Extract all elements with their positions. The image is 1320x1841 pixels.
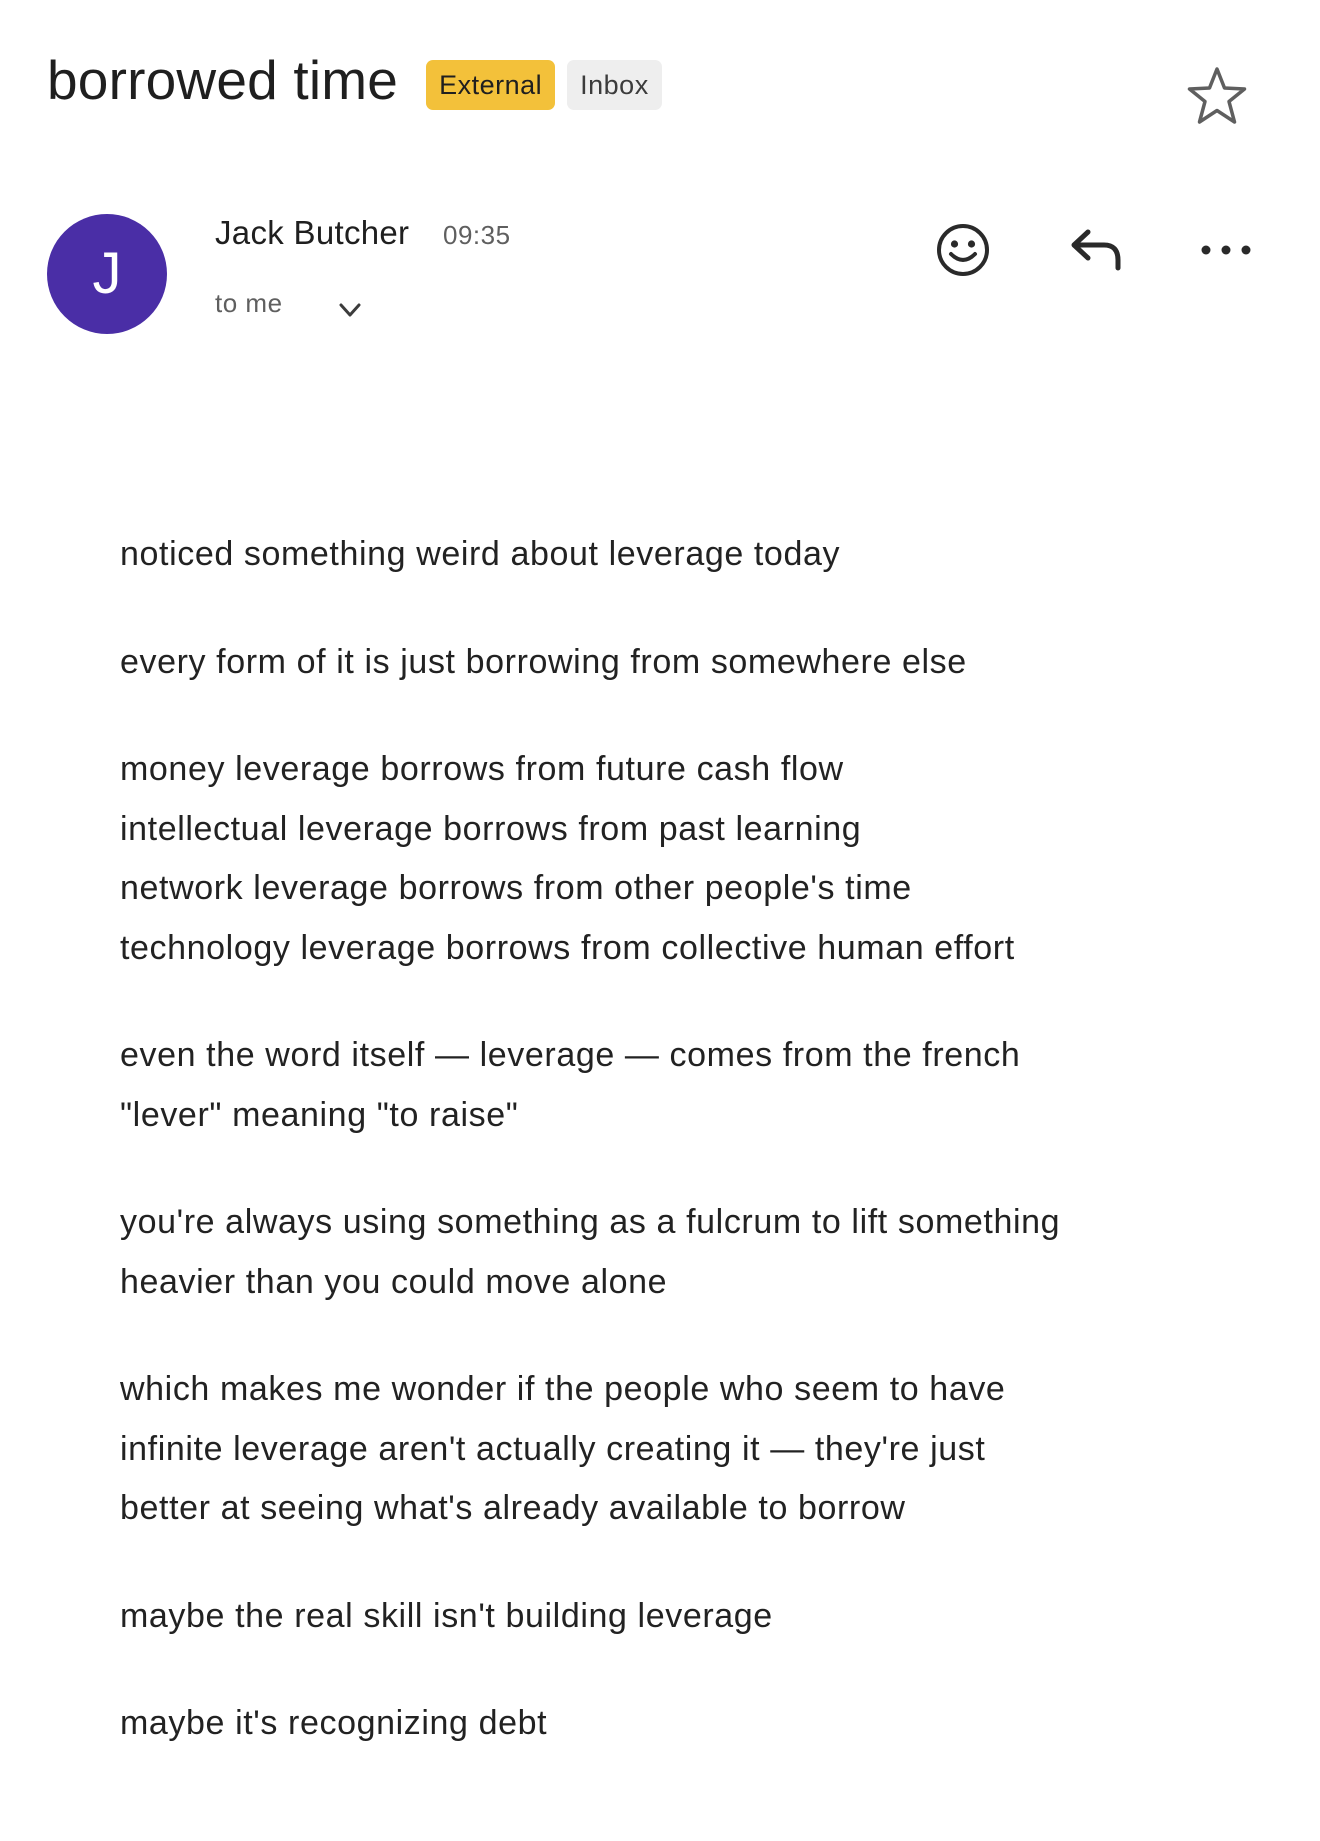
body-paragraph: maybe the real skill isn't building leve…	[120, 1587, 1280, 1647]
body-line: you're always using something as a fulcr…	[120, 1203, 1061, 1241]
timestamp: 09:35	[443, 220, 511, 250]
body-line: every form of it is just borrowing from …	[120, 642, 967, 681]
email-body: noticed something weird about leverage t…	[120, 525, 1280, 1802]
body-line: maybe the real skill isn't building leve…	[120, 1596, 773, 1635]
more-options-icon[interactable]	[1196, 220, 1256, 280]
body-line: which makes me wonder if the people who …	[120, 1370, 1006, 1408]
recipient-label[interactable]: to me	[215, 288, 283, 319]
body-line: heavier than you could move alone	[120, 1262, 668, 1301]
body-line: network leverage borrows from other peop…	[120, 869, 912, 907]
body-line: technology leverage borrows from collect…	[120, 928, 1015, 967]
body-paragraph: noticed something weird about leverage t…	[120, 525, 1280, 585]
reply-icon[interactable]	[1066, 220, 1126, 280]
body-line: money leverage borrows from future cash …	[120, 750, 844, 788]
body-line: better at seeing what's already availabl…	[120, 1489, 906, 1527]
body-line: noticed something weird about leverage t…	[120, 535, 841, 573]
body-line: "lever" meaning "to raise"	[120, 1095, 519, 1134]
body-line: infinite leverage aren't actually creati…	[120, 1429, 986, 1468]
email-header: borrowed time External Inbox	[47, 40, 1280, 130]
body-line: maybe it's recognizing debt	[120, 1704, 548, 1742]
avatar[interactable]: J	[47, 214, 167, 334]
body-line: intellectual leverage borrows from past …	[120, 809, 862, 848]
emoji-react-icon[interactable]	[933, 220, 993, 280]
body-paragraph: money leverage borrows from future cash …	[120, 740, 1280, 978]
email-subject: borrowed time	[47, 48, 399, 111]
label-external[interactable]: External	[426, 60, 556, 110]
sender-name[interactable]: Jack Butcher	[215, 214, 409, 252]
body-paragraph: maybe it's recognizing debt	[120, 1694, 1280, 1754]
label-inbox[interactable]: Inbox	[567, 60, 662, 110]
chevron-down-icon[interactable]	[336, 296, 364, 324]
body-paragraph: which makes me wonder if the people who …	[120, 1360, 1280, 1539]
body-paragraph: even the word itself — leverage — comes …	[120, 1026, 1280, 1145]
body-line: even the word itself — leverage — comes …	[120, 1036, 1021, 1074]
body-paragraph: every form of it is just borrowing from …	[120, 633, 1280, 693]
star-icon[interactable]	[1184, 64, 1250, 130]
body-paragraph: you're always using something as a fulcr…	[120, 1193, 1280, 1312]
